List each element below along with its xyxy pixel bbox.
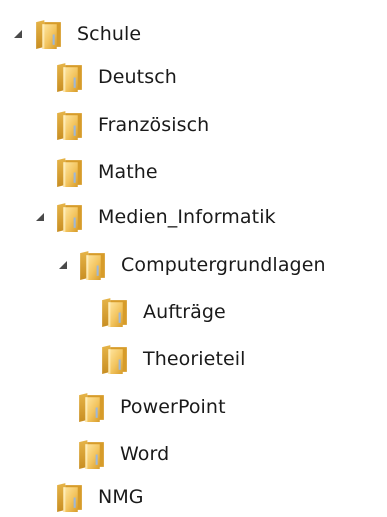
- tree-item-label: Computergrundlagen: [121, 253, 326, 276]
- folder-icon: [53, 109, 86, 142]
- folder-icon: [53, 156, 86, 189]
- folder-icon: [76, 249, 109, 282]
- expanded-arrow-icon[interactable]: [12, 28, 24, 40]
- tree-item-auftraege[interactable]: Aufträge: [98, 292, 226, 332]
- tree-item-label: Französisch: [98, 113, 210, 136]
- folder-icon: [53, 61, 86, 94]
- tree-item-label: NMG: [98, 485, 144, 508]
- tree-item-deutsch[interactable]: Deutsch: [53, 57, 177, 97]
- folder-icon: [32, 18, 65, 51]
- expanded-arrow-icon[interactable]: [57, 259, 69, 271]
- tree-item-mathe[interactable]: Mathe: [53, 152, 158, 192]
- tree-item-word[interactable]: Word: [75, 434, 169, 474]
- tree-item-computergrundlagen[interactable]: Computergrundlagen: [57, 245, 326, 285]
- tree-item-label: Word: [120, 442, 170, 465]
- folder-icon: [75, 438, 108, 471]
- tree-item-label: Aufträge: [143, 300, 226, 323]
- folder-icon: [98, 296, 131, 329]
- tree-item-nmg[interactable]: NMG: [53, 477, 144, 517]
- tree-item-theorieteil[interactable]: Theorieteil: [98, 339, 246, 379]
- folder-tree: Schule Deutsch Französisch Mathe Medien_…: [0, 0, 387, 516]
- tree-item-powerpoint[interactable]: PowerPoint: [75, 387, 226, 427]
- tree-item-label: Schule: [77, 22, 142, 45]
- folder-icon: [53, 201, 86, 234]
- tree-item-label: PowerPoint: [120, 395, 226, 418]
- folder-icon: [98, 343, 131, 376]
- folder-icon: [53, 481, 86, 514]
- tree-item-label: Mathe: [98, 160, 158, 183]
- tree-item-medien-informatik[interactable]: Medien_Informatik: [34, 197, 276, 237]
- tree-item-franzoesisch[interactable]: Französisch: [53, 105, 209, 145]
- expanded-arrow-icon[interactable]: [34, 211, 46, 223]
- tree-item-label: Deutsch: [98, 65, 177, 88]
- tree-item-label: Medien_Informatik: [98, 205, 276, 228]
- tree-item-label: Theorieteil: [143, 347, 246, 370]
- folder-icon: [75, 391, 108, 424]
- tree-item-schule[interactable]: Schule: [12, 14, 141, 54]
